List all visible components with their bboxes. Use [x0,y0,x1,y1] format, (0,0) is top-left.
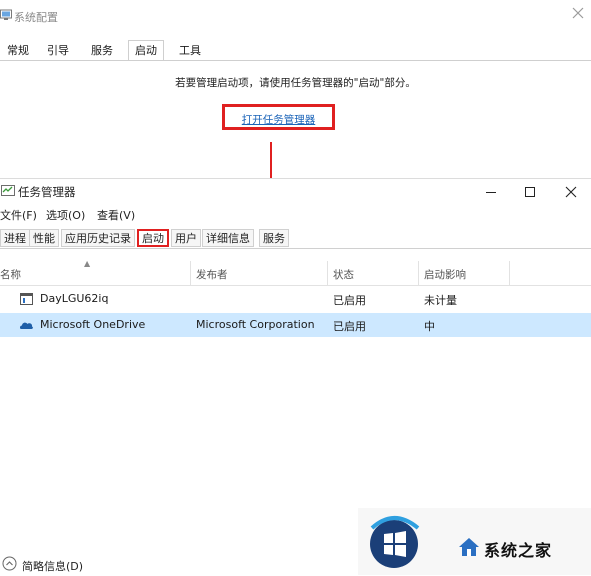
column-startup-impact[interactable]: 启动影响 [424,267,466,282]
tab-processes[interactable]: 进程 [0,229,30,247]
menu-file[interactable]: 文件(F) [0,207,37,223]
row-impact: 中 [424,320,435,333]
column-divider[interactable] [190,261,191,285]
table-row[interactable]: DayLGU62iq 已启用 未计量 [0,287,591,311]
close-icon[interactable] [558,181,584,203]
msconfig-titlebar: 系统配置 [0,0,591,34]
menu-bar: 文件(F) 选项(O) 查看(V) [0,207,300,223]
tab-tools[interactable]: 工具 [172,40,208,60]
task-manager-tabs: 进程 性能 应用历史记录 启动 用户 详细信息 服务 [0,227,591,249]
task-manager-title: 任务管理器 [18,185,76,199]
tabs-divider [0,248,591,249]
sort-up-icon: ▲ [84,259,91,268]
msconfig-app-icon [0,9,12,20]
watermark-text: 系统之家 [484,541,553,560]
column-divider[interactable] [327,261,328,285]
tab-startup[interactable]: 启动 [137,229,169,247]
open-taskmgr-highlight: 打开任务管理器 [222,104,335,130]
tab-details[interactable]: 详细信息 [202,229,254,247]
row-status: 已启用 [333,294,366,307]
msconfig-window: 系统配置 常规 引导 服务 启动 工具 若要管理启动项，请使用任务管理器的"启动… [0,0,591,179]
column-publisher[interactable]: 发布者 [196,267,228,282]
row-name: Microsoft OneDrive [40,318,146,331]
tab-app-history[interactable]: 应用历史记录 [61,229,135,247]
table-row[interactable]: Microsoft OneDrive Microsoft Corporation… [0,313,591,337]
column-status[interactable]: 状态 [333,267,354,282]
house-icon [459,538,479,556]
tab-services[interactable]: 服务 [84,40,120,60]
msconfig-tabs: 常规 引导 服务 启动 工具 [0,40,591,62]
startup-table-header: ▲ 名称 发布者 状态 启动影响 [0,251,591,286]
onedrive-cloud-icon [20,322,33,329]
tab-general[interactable]: 常规 [0,40,36,60]
menu-view[interactable]: 查看(V) [97,207,135,223]
watermark-logo: 系统之家 [358,508,591,575]
app-window-icon [20,293,33,305]
msconfig-title: 系统配置 [14,11,58,24]
close-icon[interactable] [571,6,585,20]
startup-info-text: 若要管理启动项，请使用任务管理器的"启动"部分。 [175,77,416,89]
maximize-icon[interactable] [517,181,543,203]
fewer-details-link[interactable]: 简略信息(D) [22,558,83,574]
task-manager-app-icon [1,185,15,196]
row-status: 已启用 [333,320,366,333]
menu-options[interactable]: 选项(O) [46,207,85,223]
windows-logo-icon [370,516,420,568]
chevron-up-icon[interactable] [2,556,17,571]
msconfig-startup-panel: 若要管理启动项，请使用任务管理器的"启动"部分。 打开任务管理器 [0,60,591,179]
tab-startup[interactable]: 启动 [128,40,164,62]
tab-services[interactable]: 服务 [259,229,289,247]
row-impact: 未计量 [424,294,457,307]
row-name: DayLGU62iq [40,292,109,305]
tab-performance[interactable]: 性能 [29,229,59,247]
row-publisher: Microsoft Corporation [196,318,315,331]
tab-users[interactable]: 用户 [171,229,201,247]
column-name[interactable]: 名称 [0,267,21,282]
minimize-icon[interactable] [478,181,504,203]
tab-boot[interactable]: 引导 [40,40,76,60]
column-divider[interactable] [418,261,419,285]
column-divider[interactable] [509,261,510,285]
open-task-manager-link[interactable]: 打开任务管理器 [225,112,332,127]
